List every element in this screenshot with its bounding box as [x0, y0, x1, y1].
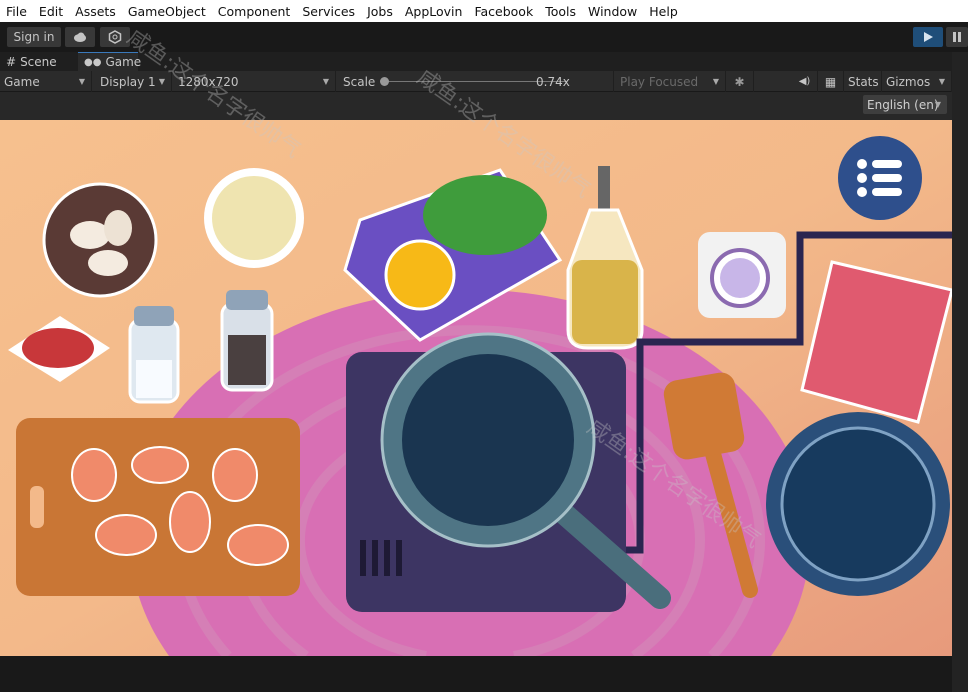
- gamepad-icon: ●●: [84, 56, 102, 68]
- menu-facebook[interactable]: Facebook: [468, 4, 539, 19]
- scale-slider-group: Scale 0.74x: [336, 71, 614, 92]
- resolution-label: 1280x720: [178, 74, 239, 89]
- chevron-down-icon: ▼: [78, 77, 85, 86]
- scale-label: Scale: [343, 74, 376, 89]
- kitchen-timer: [698, 232, 786, 318]
- garlic-bowl: [42, 182, 158, 298]
- menu-edit[interactable]: Edit: [33, 4, 69, 19]
- keyboard-icon: ▦: [824, 74, 837, 89]
- chevron-down-icon: ▼: [934, 100, 941, 109]
- chevron-down-icon: ▼: [712, 77, 719, 86]
- tab-label: Scene: [20, 54, 57, 69]
- tab-bar: # Scene ●● Game: [0, 52, 952, 71]
- cutting-board: [16, 418, 300, 596]
- pause-icon: [953, 32, 961, 42]
- pause-button[interactable]: [946, 27, 968, 47]
- gizmos-label: Gizmos: [886, 74, 931, 89]
- cloud-button[interactable]: [65, 27, 95, 47]
- play-button[interactable]: [913, 27, 943, 47]
- right-side-panel: [952, 52, 968, 692]
- game-view[interactable]: [0, 120, 952, 656]
- language-label: English (en): [867, 97, 939, 112]
- menu-bar: File Edit Assets GameObject Component Se…: [0, 0, 968, 22]
- stats-button[interactable]: Stats: [844, 71, 882, 92]
- chevron-down-icon: ▼: [158, 77, 165, 86]
- gear-hex-icon: [108, 30, 122, 44]
- display-label: Display 1: [100, 74, 156, 89]
- sauce-bowl: [204, 168, 304, 268]
- shortcuts-button[interactable]: ▦: [818, 71, 844, 92]
- chevron-down-icon: ▼: [938, 77, 945, 86]
- menu-help[interactable]: Help: [643, 4, 684, 19]
- speaker-icon: ◀): [798, 76, 811, 87]
- chevron-down-icon: ▼: [322, 77, 329, 86]
- services-button[interactable]: [100, 27, 130, 47]
- menu-services[interactable]: Services: [296, 4, 361, 19]
- slider-handle[interactable]: [380, 77, 389, 86]
- language-dropdown[interactable]: English (en) ▼: [863, 95, 947, 114]
- display-dropdown[interactable]: Display 1 ▼: [92, 71, 172, 92]
- mute-audio-button[interactable]: ◀): [792, 71, 818, 92]
- scale-value: 0.74x: [536, 74, 570, 89]
- game-view-header: English (en) ▼: [0, 92, 952, 120]
- menu-applovin[interactable]: AppLovin: [399, 4, 469, 19]
- resolution-dropdown[interactable]: 1280x720 ▼: [172, 71, 336, 92]
- view-dropdown[interactable]: Game ▼: [0, 71, 92, 92]
- menu-jobs[interactable]: Jobs: [361, 4, 399, 19]
- menu-gameobject[interactable]: GameObject: [122, 4, 212, 19]
- play-icon: [924, 32, 933, 42]
- game-view-toolbar: Game ▼ Display 1 ▼ 1280x720 ▼ Scale 0.74x P…: [0, 71, 952, 92]
- debug-button[interactable]: ✱: [726, 71, 754, 92]
- menu-button-icon[interactable]: [838, 136, 922, 220]
- menu-window[interactable]: Window: [582, 4, 643, 19]
- menu-assets[interactable]: Assets: [69, 4, 122, 19]
- tab-scene[interactable]: # Scene: [0, 52, 76, 71]
- grid-icon: #: [6, 54, 17, 69]
- play-mode-label: Play Focused: [620, 74, 699, 89]
- cloud-icon: [74, 32, 86, 42]
- view-label: Game: [4, 74, 40, 89]
- bug-icon: ✱: [734, 74, 745, 89]
- gizmos-dropdown[interactable]: Gizmos ▼: [882, 71, 952, 92]
- tab-game[interactable]: ●● Game: [78, 52, 142, 71]
- bottom-panel: [0, 656, 952, 692]
- menu-tools[interactable]: Tools: [539, 4, 582, 19]
- tab-label: Game: [105, 55, 142, 69]
- pepper-shaker: [220, 290, 274, 392]
- main-toolbar: Sign in: [0, 22, 968, 52]
- game-scene: [0, 120, 952, 656]
- play-mode-dropdown[interactable]: Play Focused ▼: [614, 71, 726, 92]
- menu-component[interactable]: Component: [212, 4, 297, 19]
- blue-plate: [766, 412, 950, 596]
- salt-shaker: [128, 306, 180, 404]
- menu-file[interactable]: File: [0, 4, 33, 19]
- sign-in-button[interactable]: Sign in: [7, 27, 61, 47]
